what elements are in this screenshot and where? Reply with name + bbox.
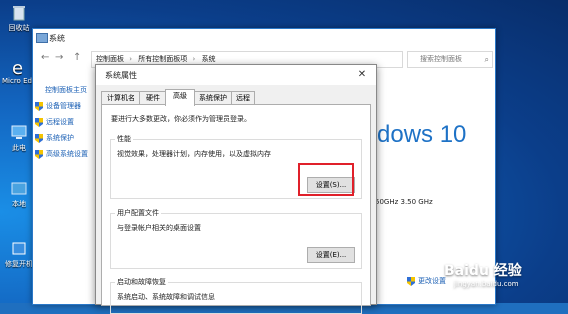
desktop-icon-label: Micro Edg [2,77,36,85]
nav-remote-settings[interactable]: 远程设置 [35,117,74,127]
shield-icon [35,133,43,143]
desktop-icon-control-panel[interactable]: 本地 [2,180,36,209]
user-profiles-group: 用户配置文件 与登录帐户相关的桌面设置 设置(E)... [110,208,362,269]
user-profiles-settings-button[interactable]: 设置(E)... [307,247,355,263]
search-icon: ⌕ [484,55,489,64]
close-icon[interactable]: ✕ [348,65,376,85]
tab-system-protection[interactable]: 系统保护 [193,91,233,105]
system-window-icon [36,33,48,43]
nav-label: 远程设置 [46,118,74,126]
tab-advanced[interactable]: 高级 [165,89,195,106]
forward-arrow-icon[interactable]: → [55,52,63,63]
repair-icon [12,242,26,255]
shield-icon [35,117,43,127]
desktop-icon-label: 回收站 [8,24,30,32]
change-settings-label: 更改设置 [418,277,446,285]
shield-icon [35,149,43,159]
search-input[interactable]: 搜索控制面板 ⌕ [407,51,493,68]
desktop-icon-label: 此电 [12,144,26,152]
admin-note: 要进行大多数更改，你必须作为管理员登录。 [111,115,251,123]
address-segment[interactable]: 所有控制面板项 [138,55,187,63]
processor-info: 50GHz 3.50 GHz [375,198,433,206]
up-arrow-icon[interactable]: ↑ [73,52,81,63]
nav-label: 高级系统设置 [46,150,88,158]
recycle-bin-icon [13,6,25,21]
desktop-icon-label: 修复开机 [5,260,33,268]
change-settings-link[interactable]: 更改设置 [407,276,446,286]
search-placeholder: 搜索控制面板 [420,55,462,63]
address-separator: › [129,55,133,63]
dialog-titlebar[interactable]: 系统属性 ✕ [96,65,376,85]
nav-advanced-system-settings[interactable]: 高级系统设置 [35,149,88,159]
watermark-brand: Baidu 经验 [444,263,522,279]
shield-icon [35,101,43,111]
group-title: 用户配置文件 [115,208,161,218]
this-pc-icon [11,125,27,139]
nav-device-manager[interactable]: 设备管理器 [35,101,81,111]
left-navigation: 控制面板主页 设备管理器 远程设置 系统保护 高级系统设置 [33,71,103,304]
desktop-icon-edge[interactable]: e Micro Edg [2,58,36,85]
nav-system-protection[interactable]: 系统保护 [35,133,74,143]
edge-icon: e [12,58,23,76]
advanced-tab-page: 要进行大多数更改，你必须作为管理员登录。 性能 视觉效果，处理器计划，内存使用，… [101,104,371,314]
system-window-titlebar[interactable]: 系统 [33,29,495,47]
startup-recovery-group: 启动和故障恢复 系统启动、系统故障和调试信息 [110,277,362,314]
desktop-icon-label: 本地 [12,200,26,208]
address-segment[interactable]: 系统 [202,55,216,63]
system-window-title: 系统 [49,34,65,43]
control-panel-home-link[interactable]: 控制面板主页 [45,85,87,95]
dialog-title: 系统属性 [105,71,137,80]
highlight-box [298,163,354,196]
desktop-icon-repair[interactable]: 修复开机 [2,240,36,269]
shield-icon [407,276,415,286]
windows-edition-logo-text: dows 10 [377,121,467,148]
tab-hardware[interactable]: 硬件 [139,91,167,105]
control-panel-icon [11,182,27,195]
group-description: 视觉效果，处理器计划，内存使用，以及虚拟内存 [117,150,271,158]
group-description: 系统启动、系统故障和调试信息 [117,293,215,301]
tab-remote[interactable]: 远程 [231,91,255,105]
nav-label: 设备管理器 [46,102,81,110]
group-title: 启动和故障恢复 [115,277,168,287]
baidu-watermark: Baidu 经验 jingyan.baidu.com [444,260,522,288]
nav-label: 系统保护 [46,134,74,142]
address-separator: › [192,55,196,63]
address-segment[interactable]: 控制面板 [96,55,124,63]
tab-computer-name[interactable]: 计算机名 [101,91,141,105]
desktop-icon-this-pc[interactable]: 此电 [2,124,36,153]
watermark-url: jingyan.baidu.com [454,280,519,288]
desktop-icon-recycle-bin[interactable]: 回收站 [2,4,36,33]
group-title: 性能 [115,134,133,144]
group-description: 与登录帐户相关的桌面设置 [117,224,201,232]
back-arrow-icon[interactable]: ← [41,52,49,63]
svg-text:e: e [12,58,23,76]
